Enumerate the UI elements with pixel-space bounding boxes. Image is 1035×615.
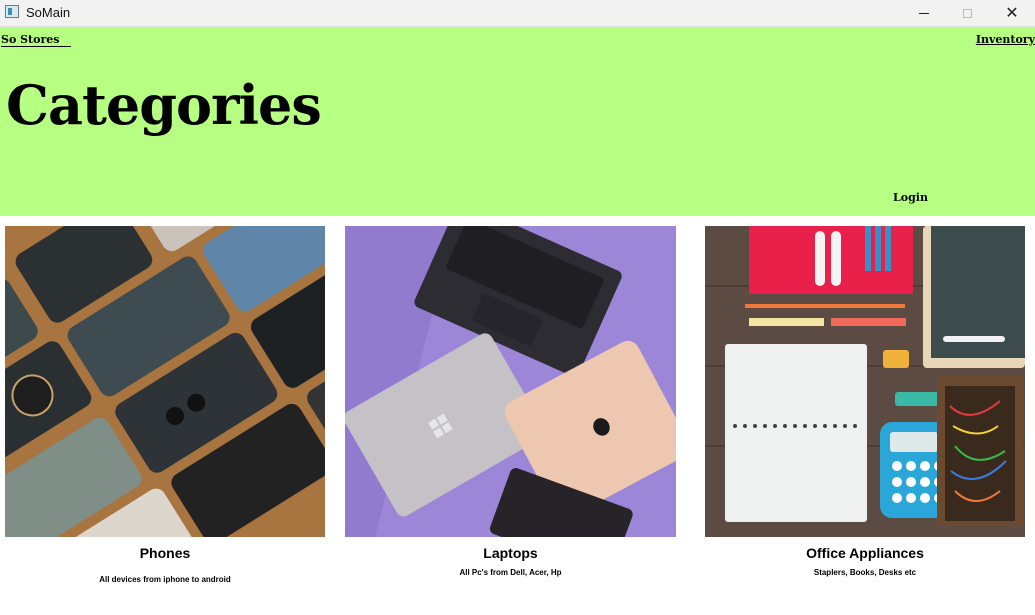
laptops-image[interactable] bbox=[345, 226, 676, 537]
app-icon bbox=[5, 5, 19, 18]
office-appliances-image[interactable] bbox=[705, 226, 1025, 537]
window-title: SoMain bbox=[26, 5, 71, 20]
category-description: Staplers, Books, Desks etc bbox=[813, 568, 917, 577]
category-card-phones[interactable]: Phones All devices from iphone to androi… bbox=[5, 226, 325, 584]
category-description: All devices from iphone to android bbox=[99, 575, 231, 584]
close-button[interactable]: ✕ bbox=[990, 0, 1034, 26]
minimize-button[interactable] bbox=[902, 0, 946, 26]
brand-link[interactable]: So Stores bbox=[1, 33, 72, 47]
header: So Stores Inventory Categories Login bbox=[0, 27, 1035, 216]
category-title[interactable]: Laptops bbox=[345, 545, 676, 561]
login-link[interactable]: Login bbox=[893, 191, 928, 204]
category-card-office-appliances[interactable]: Office Appliances Staplers, Books, Desks… bbox=[705, 226, 1025, 577]
window-titlebar: SoMain ✕ bbox=[0, 0, 1035, 27]
phones-image[interactable] bbox=[5, 226, 325, 537]
close-icon: ✕ bbox=[1005, 3, 1019, 22]
category-card-laptops[interactable]: Laptops All Pc's from Dell, Acer, Hp bbox=[345, 226, 676, 577]
category-description: All Pc's from Dell, Acer, Hp bbox=[459, 568, 562, 577]
category-title[interactable]: Office Appliances bbox=[705, 545, 1025, 561]
page-title: Categories bbox=[6, 73, 322, 137]
minimize-icon bbox=[919, 12, 929, 14]
maximize-icon bbox=[962, 8, 972, 18]
category-title[interactable]: Phones bbox=[5, 545, 325, 561]
inventory-link[interactable]: Inventory bbox=[976, 33, 1035, 46]
maximize-button[interactable] bbox=[945, 0, 989, 26]
